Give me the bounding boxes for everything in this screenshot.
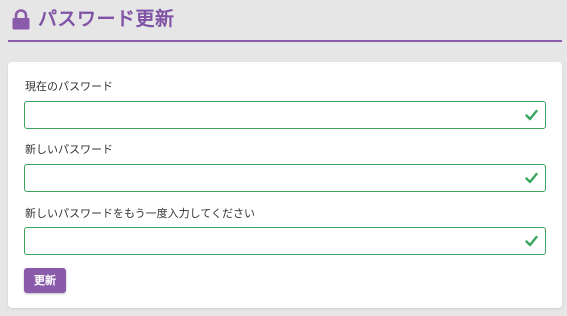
confirm-password-input[interactable]	[25, 228, 515, 254]
lock-icon	[12, 9, 30, 30]
current-password-field[interactable]	[24, 101, 546, 129]
check-icon	[525, 109, 538, 121]
update-button[interactable]: 更新	[24, 268, 66, 293]
check-icon	[525, 172, 538, 184]
confirm-password-label: 新しいパスワードをもう一度入力してください	[25, 207, 256, 220]
password-form-card: 現在のパスワード 新しいパスワード 新しいパスワードをもう一度入力してください …	[8, 62, 562, 308]
new-password-field[interactable]	[24, 164, 546, 192]
check-icon	[525, 235, 538, 247]
new-password-input[interactable]	[25, 165, 515, 191]
page-title: パスワード更新	[38, 8, 175, 30]
confirm-password-field[interactable]	[24, 227, 546, 255]
current-password-input[interactable]	[25, 102, 515, 128]
current-password-label: 現在のパスワード	[25, 80, 113, 93]
new-password-label: 新しいパスワード	[25, 143, 113, 156]
page-header: パスワード更新	[8, 0, 562, 42]
password-update-page: パスワード更新 現在のパスワード 新しいパスワード 新しいパスワードをもう一度入…	[0, 0, 567, 316]
